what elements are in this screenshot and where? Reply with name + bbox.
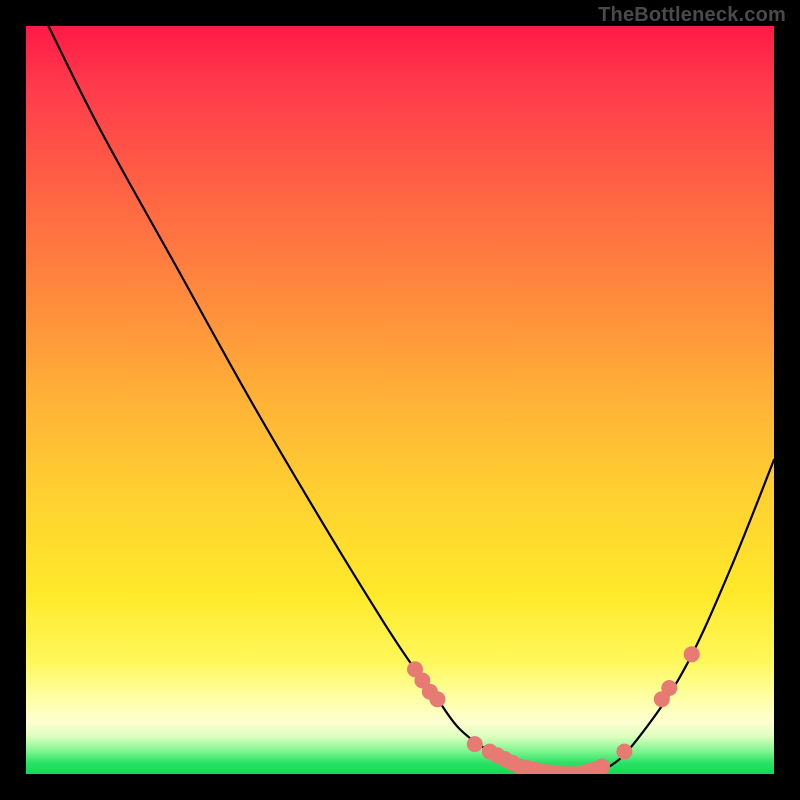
highlight-dot [429,691,445,707]
watermark-text: TheBottleneck.com [598,4,786,27]
curve-layer [26,26,774,774]
bottleneck-curve [48,26,774,774]
plot-area [26,26,774,774]
chart-frame: TheBottleneck.com [0,0,800,800]
highlight-dots [407,646,700,774]
highlight-dot [467,736,483,752]
highlight-dot [684,646,700,662]
highlight-dot [661,680,677,696]
highlight-dot [616,744,632,760]
highlight-dot [594,759,610,775]
